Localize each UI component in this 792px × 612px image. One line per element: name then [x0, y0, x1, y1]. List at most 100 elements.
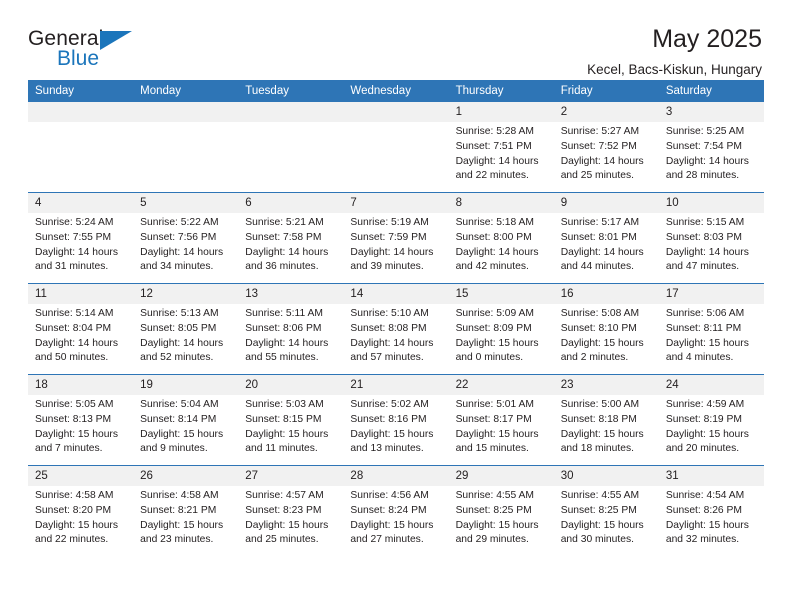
- calendar-day-cell[interactable]: 28 Sunrise: 4:56 AM Sunset: 8:24 PM Dayligh…: [343, 465, 449, 556]
- daylight-text: Daylight: 14 hours and 25 minutes.: [560, 155, 644, 182]
- sunrise-text: Sunrise: 4:58 AM: [140, 490, 219, 502]
- sunset-text: Sunset: 8:24 PM: [350, 504, 427, 516]
- calendar-day-cell[interactable]: 10 Sunrise: 5:15 AM Sunset: 8:03 PM Dayligh…: [658, 192, 764, 284]
- calendar-day-cell[interactable]: 16 Sunrise: 5:08 AM Sunset: 8:10 PM Dayligh…: [553, 283, 659, 375]
- calendar-day-cell[interactable]: 19 Sunrise: 5:04 AM Sunset: 8:14 PM Dayligh…: [133, 374, 239, 466]
- daylight-text: Daylight: 15 hours and 15 minutes.: [455, 428, 539, 455]
- day-number: 18: [28, 375, 134, 396]
- sunrise-text: Sunrise: 4:55 AM: [455, 490, 534, 502]
- sunset-text: Sunset: 8:25 PM: [560, 504, 637, 516]
- sunset-text: Sunset: 8:14 PM: [140, 413, 217, 425]
- calendar-day-cell[interactable]: 30 Sunrise: 4:55 AM Sunset: 8:25 PM Dayligh…: [553, 465, 659, 556]
- day-details: Sunrise: 5:04 AM Sunset: 8:14 PM Daylight:…: [133, 395, 238, 456]
- day-details: Sunrise: 5:10 AM Sunset: 8:08 PM Daylight:…: [343, 304, 448, 365]
- day-details: Sunrise: 5:01 AM Sunset: 8:17 PM Daylight:…: [449, 395, 554, 456]
- calendar-day-cell[interactable]: 27 Sunrise: 4:57 AM Sunset: 8:23 PM Dayligh…: [238, 465, 344, 556]
- calendar-day-cell[interactable]: 17 Sunrise: 5:06 AM Sunset: 8:11 PM Dayligh…: [658, 283, 764, 375]
- weekday-header-saturday: Saturday: [658, 80, 764, 102]
- calendar-day-cell[interactable]: 6 Sunrise: 5:21 AM Sunset: 7:58 PM Daylight…: [238, 192, 344, 284]
- calendar-day-cell[interactable]: 25 Sunrise: 4:58 AM Sunset: 8:20 PM Dayligh…: [28, 465, 134, 556]
- sunrise-text: Sunrise: 5:13 AM: [140, 308, 219, 320]
- sunrise-text: Sunrise: 4:55 AM: [560, 490, 640, 502]
- day-number: 13: [238, 284, 344, 305]
- calendar-day-cell[interactable]: 4 Sunrise: 5:24 AM Sunset: 7:55 PM Daylight…: [28, 192, 134, 284]
- daylight-text: Daylight: 15 hours and 9 minutes.: [140, 428, 224, 455]
- day-details: Sunrise: 5:03 AM Sunset: 8:15 PM Daylight:…: [238, 395, 343, 456]
- sunrise-text: Sunrise: 5:24 AM: [35, 217, 114, 229]
- calendar-day-cell[interactable]: 12 Sunrise: 5:13 AM Sunset: 8:05 PM Dayligh…: [133, 283, 239, 375]
- sunrise-text: Sunrise: 5:10 AM: [350, 308, 429, 320]
- calendar-day-cell[interactable]: 26 Sunrise: 4:58 AM Sunset: 8:21 PM Dayligh…: [133, 465, 239, 556]
- calendar-day-cell[interactable]: 9 Sunrise: 5:17 AM Sunset: 8:01 PM Daylight…: [553, 192, 659, 284]
- day-number: 25: [28, 466, 134, 487]
- calendar-day-cell[interactable]: 3 Sunrise: 5:25 AM Sunset: 7:54 PM Daylight…: [658, 102, 764, 193]
- calendar-day-cell[interactable]: 24 Sunrise: 4:59 AM Sunset: 8:19 PM Dayligh…: [658, 374, 764, 466]
- daylight-text: Daylight: 15 hours and 7 minutes.: [35, 428, 118, 455]
- calendar-day-cell[interactable]: 22 Sunrise: 5:01 AM Sunset: 8:17 PM Dayligh…: [448, 374, 554, 466]
- day-details: Sunrise: 5:00 AM Sunset: 8:18 PM Daylight:…: [554, 395, 659, 456]
- calendar-day-cell[interactable]: 5 Sunrise: 5:22 AM Sunset: 7:56 PM Daylight…: [133, 192, 239, 284]
- day-number: 8: [448, 193, 554, 214]
- daylight-text: Daylight: 14 hours and 52 minutes.: [140, 337, 224, 364]
- sunset-text: Sunset: 8:23 PM: [245, 504, 322, 516]
- sunset-text: Sunset: 8:16 PM: [350, 413, 427, 425]
- calendar-day-cell[interactable]: 21 Sunrise: 5:02 AM Sunset: 8:16 PM Dayligh…: [343, 374, 449, 466]
- calendar-day-cell[interactable]: 18 Sunrise: 5:05 AM Sunset: 8:13 PM Dayligh…: [28, 374, 134, 466]
- day-number: 12: [133, 284, 239, 305]
- sunrise-text: Sunrise: 4:54 AM: [665, 490, 745, 502]
- calendar-day-cell[interactable]: 13 Sunrise: 5:11 AM Sunset: 8:06 PM Dayligh…: [238, 283, 344, 375]
- sunrise-text: Sunrise: 5:11 AM: [245, 308, 323, 320]
- day-details: Sunrise: 5:27 AM Sunset: 7:52 PM Daylight:…: [554, 122, 659, 183]
- daylight-text: Daylight: 14 hours and 36 minutes.: [245, 246, 329, 273]
- daylight-text: Daylight: 14 hours and 47 minutes.: [665, 246, 749, 273]
- calendar-day-cell[interactable]: 7 Sunrise: 5:19 AM Sunset: 7:59 PM Daylight…: [343, 192, 449, 284]
- day-details: Sunrise: 5:15 AM Sunset: 8:03 PM Daylight:…: [659, 213, 764, 274]
- calendar-day-cell[interactable]: 14 Sunrise: 5:10 AM Sunset: 8:08 PM Dayligh…: [343, 283, 449, 375]
- sunset-text: Sunset: 8:04 PM: [35, 322, 112, 334]
- calendar-day-cell[interactable]: 8 Sunrise: 5:18 AM Sunset: 8:00 PM Daylight…: [448, 192, 554, 284]
- daylight-text: Daylight: 15 hours and 29 minutes.: [455, 519, 539, 546]
- calendar-day-cell-empty: [133, 102, 239, 193]
- calendar-week-row: 18 Sunrise: 5:05 AM Sunset: 8:13 PM Dayligh…: [28, 374, 764, 466]
- day-details: Sunrise: 5:25 AM Sunset: 7:54 PM Daylight:…: [659, 122, 764, 183]
- weekday-header-wednesday: Wednesday: [343, 80, 449, 102]
- day-details: Sunrise: 5:21 AM Sunset: 7:58 PM Daylight:…: [238, 213, 343, 274]
- sunset-text: Sunset: 7:55 PM: [35, 231, 112, 243]
- title-block: May 2025 Kecel, Bacs-Kiskun, Hungary: [587, 26, 764, 78]
- day-number: [28, 102, 134, 123]
- day-number: [343, 102, 449, 123]
- day-number: 3: [658, 102, 764, 123]
- daylight-text: Daylight: 15 hours and 23 minutes.: [140, 519, 224, 546]
- day-number: 7: [343, 193, 449, 214]
- daylight-text: Daylight: 14 hours and 22 minutes.: [455, 155, 539, 182]
- day-details: Sunrise: 5:14 AM Sunset: 8:04 PM Daylight:…: [28, 304, 133, 365]
- daylight-text: Daylight: 15 hours and 11 minutes.: [245, 428, 329, 455]
- day-details: Sunrise: 5:05 AM Sunset: 8:13 PM Daylight:…: [28, 395, 133, 456]
- day-number: 17: [658, 284, 764, 305]
- daylight-text: Daylight: 15 hours and 4 minutes.: [665, 337, 749, 364]
- calendar-day-cell[interactable]: 11 Sunrise: 5:14 AM Sunset: 8:04 PM Dayligh…: [28, 283, 134, 375]
- sunset-text: Sunset: 8:03 PM: [665, 231, 742, 243]
- day-number: 27: [238, 466, 344, 487]
- calendar-day-cell[interactable]: 29 Sunrise: 4:55 AM Sunset: 8:25 PM Dayligh…: [448, 465, 554, 556]
- calendar-body: 1 Sunrise: 5:28 AM Sunset: 7:51 PM Daylight…: [28, 102, 764, 556]
- calendar-day-cell[interactable]: 1 Sunrise: 5:28 AM Sunset: 7:51 PM Daylight…: [448, 102, 554, 193]
- day-number: 24: [658, 375, 764, 396]
- calendar-day-cell[interactable]: 2 Sunrise: 5:27 AM Sunset: 7:52 PM Daylight…: [553, 102, 659, 193]
- daylight-text: Daylight: 15 hours and 2 minutes.: [560, 337, 644, 364]
- calendar-day-cell[interactable]: 20 Sunrise: 5:03 AM Sunset: 8:15 PM Dayligh…: [238, 374, 344, 466]
- calendar-day-cell[interactable]: 31 Sunrise: 4:54 AM Sunset: 8:26 PM Dayligh…: [658, 465, 764, 556]
- day-number: 5: [133, 193, 239, 214]
- sunset-text: Sunset: 7:56 PM: [140, 231, 217, 243]
- general-blue-logo[interactable]: General Blue: [28, 26, 134, 80]
- sunset-text: Sunset: 7:52 PM: [560, 140, 637, 152]
- calendar-day-cell[interactable]: 15 Sunrise: 5:09 AM Sunset: 8:09 PM Dayligh…: [448, 283, 554, 375]
- calendar-day-cell[interactable]: 23 Sunrise: 5:00 AM Sunset: 8:18 PM Dayligh…: [553, 374, 659, 466]
- daylight-text: Daylight: 15 hours and 0 minutes.: [455, 337, 539, 364]
- sunrise-text: Sunrise: 5:25 AM: [665, 126, 745, 138]
- sunset-text: Sunset: 7:59 PM: [350, 231, 427, 243]
- day-details: Sunrise: 5:28 AM Sunset: 7:51 PM Daylight:…: [449, 122, 554, 183]
- sunrise-text: Sunrise: 5:02 AM: [350, 399, 429, 411]
- weekday-header-sunday: Sunday: [28, 80, 134, 102]
- sunrise-text: Sunrise: 5:28 AM: [455, 126, 534, 138]
